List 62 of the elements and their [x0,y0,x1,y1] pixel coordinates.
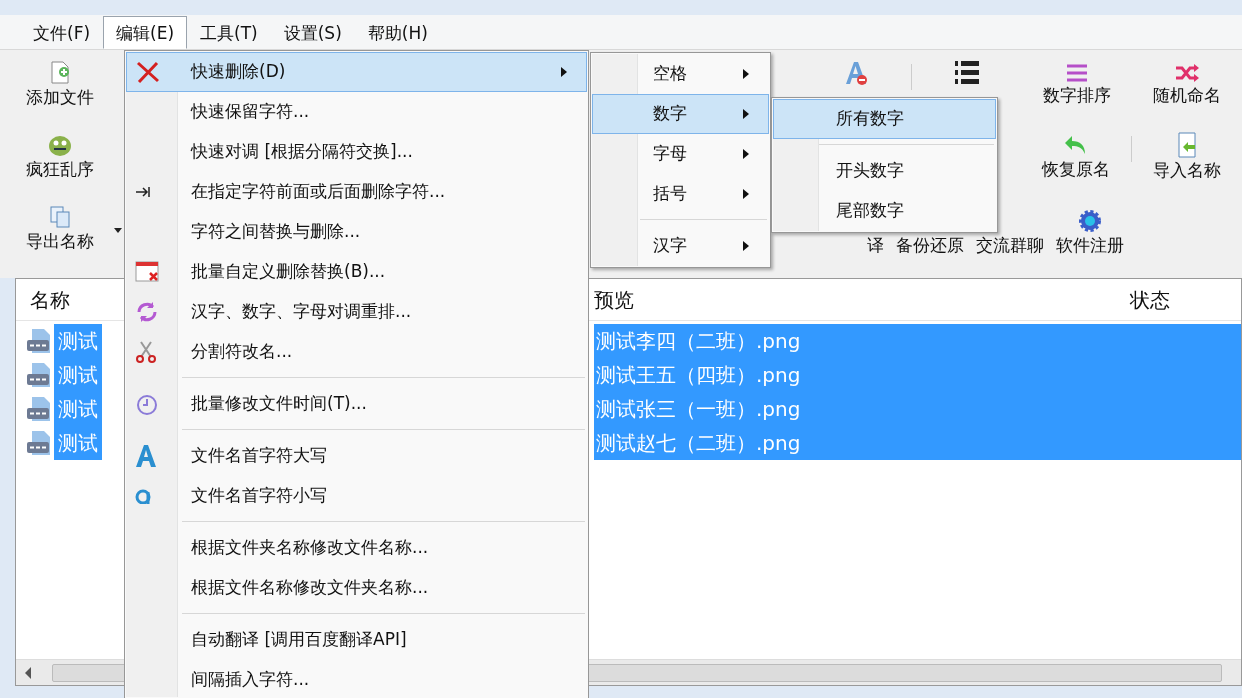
menu-item[interactable]: 尾部数字 [773,191,996,231]
tool-label[interactable]: 恢复原名 [1042,157,1110,183]
left-arrow-icon[interactable] [25,667,31,679]
menu-item[interactable]: 汉字 [592,226,769,266]
menu-item[interactable]: 根据文件夹名称修改文件名称... [126,528,587,568]
menu-item[interactable]: 工具(T) [187,16,271,49]
cross-icon [135,60,161,84]
tool-label[interactable]: 软件注册 [1056,232,1124,258]
menu-item[interactable]: 批量自定义删除替换(B)... [126,252,587,292]
letter-a-icon [135,444,157,468]
menu-item[interactable]: 根据文件名称修改文件夹名称... [126,568,587,608]
lines-icon [1065,63,1089,84]
menu-item[interactable]: 数字 [592,94,769,134]
arrow-to-bar-icon [135,185,151,199]
menu-item[interactable]: 间隔插入字符... [126,660,587,698]
preview-name: 测试赵七（二班）.png [594,426,1241,460]
tool-label[interactable]: 交流群聊 [976,232,1044,258]
shuffle-icon [1174,63,1200,84]
menu-item[interactable]: 所有数字 [773,99,996,139]
scissors-icon [135,340,157,364]
menu-item[interactable]: 空格 [592,54,769,94]
preview-name: 测试李四（二班）.png [594,324,1241,358]
column-header[interactable]: 状态 [1116,284,1170,315]
font-minus-icon [843,60,869,87]
import-icon [1175,132,1199,159]
tool-label[interactable]: 备份还原 [896,232,964,258]
menu-item[interactable]: 批量修改文件时间(T)... [126,384,587,424]
menu-item[interactable]: 字符之间替换与删除... [126,212,587,252]
menu-item[interactable]: 快速保留字符... [126,92,587,132]
menu-item[interactable]: 设置(S) [270,16,355,49]
tool-label[interactable]: 数字排序 [1043,83,1111,109]
preview-name: 测试张三（一班）.png [594,392,1241,426]
menu-item[interactable]: 在指定字符前面或后面删除字符... [126,172,587,212]
menu-item[interactable]: 快速对调 [根据分隔符交换]... [126,132,587,172]
letter-a-icon [135,488,151,504]
menu-item[interactable]: 文件名首字符小写 [126,476,587,516]
tool-label[interactable]: 疯狂乱序 [26,157,94,183]
add-file-icon [49,61,71,86]
tool-label[interactable]: 导入名称 [1153,158,1221,184]
tool-label[interactable]: 添加文件 [26,85,94,111]
menu-item[interactable]: 汉字、数字、字母对调重排... [126,292,587,332]
menu-item[interactable]: 字母 [592,134,769,174]
calendar-delete-icon [135,260,161,284]
menu-item[interactable]: 快速删除(D) [126,52,587,92]
menu-item[interactable]: 分割符改名... [126,332,587,372]
menu-item[interactable]: 帮助(H) [354,16,441,49]
menu-item[interactable]: 括号 [592,174,769,214]
cycle-arrows-icon [135,300,159,324]
menu-item[interactable]: 文件名首字符大写 [126,436,587,476]
clock-icon [135,392,159,416]
tool-label[interactable]: 随机命名 [1153,83,1221,109]
copy-icon [49,205,71,230]
tool-label[interactable]: 译 [867,232,884,258]
gear-icon [1078,208,1102,233]
monster-icon [47,133,73,158]
tool-label[interactable]: 导出名称 [26,229,94,255]
menu-item[interactable]: 开头数字 [773,151,996,191]
menu-item[interactable]: 文件(F) [20,16,104,49]
column-header[interactable]: 预览 [594,284,1116,315]
preview-name: 测试王五（四班）.png [594,358,1241,392]
menu-item[interactable]: 编辑(E) [103,16,188,49]
menu-item[interactable]: 自动翻译 [调用百度翻译API] [126,620,587,660]
